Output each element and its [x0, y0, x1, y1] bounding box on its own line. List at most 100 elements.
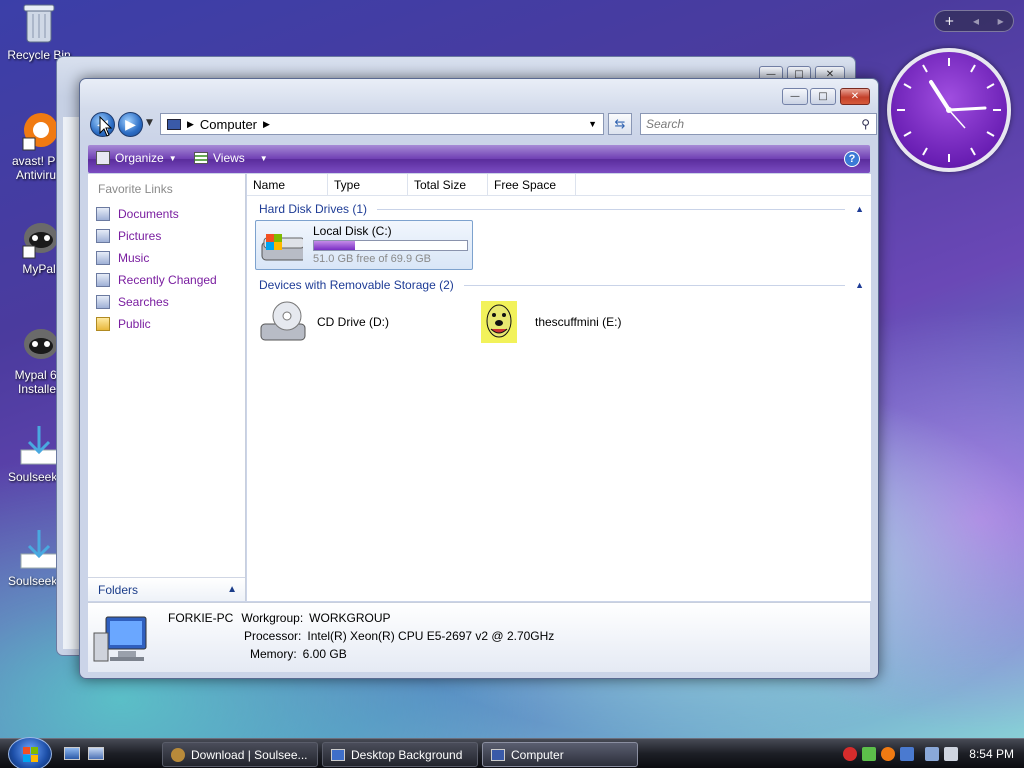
favorite-link-public[interactable]: Public — [96, 317, 151, 331]
refresh-button[interactable]: ⇆ — [608, 113, 632, 135]
taskbar-button-desktop-background[interactable]: Desktop Background — [322, 742, 478, 767]
address-bar[interactable]: ▶ Computer ▶ ▼ — [160, 113, 604, 135]
error-icon[interactable] — [843, 747, 858, 761]
organize-icon — [96, 151, 110, 165]
maximize-button[interactable]: □ — [810, 88, 836, 105]
drive-thescuffmini-e[interactable]: thescuffmini (E:) — [475, 298, 675, 346]
gadget-prev-button[interactable]: ◂ — [973, 14, 979, 28]
collapse-icon[interactable]: ▲ — [855, 280, 864, 290]
start-button[interactable] — [8, 737, 52, 768]
drive-free-space: 51.0 GB free of 69.9 GB — [313, 253, 432, 265]
favorite-link-label: Public — [118, 317, 151, 331]
close-button[interactable]: ✕ — [840, 88, 870, 105]
favorite-link-label: Searches — [118, 295, 169, 309]
group-label: Hard Disk Drives (1) — [259, 202, 368, 216]
detail-row-name: FORKIE-PC Workgroup: WORKGROUP — [168, 611, 391, 625]
favorite-link-documents[interactable]: Documents — [96, 207, 179, 221]
cd-drive-icon — [260, 301, 306, 341]
gadget-next-button[interactable]: ▸ — [998, 14, 1004, 28]
views-button[interactable]: Views ▼ — [194, 151, 268, 165]
taskbar-button-label: Download | Soulsee... — [191, 747, 308, 762]
drive-local-disk-c[interactable]: Local Disk (C:) 51.0 GB free of 69.9 GB — [255, 220, 473, 270]
search-placeholder: Search — [646, 117, 685, 131]
security-icon[interactable] — [862, 747, 877, 761]
taskbar-button-soulseek[interactable]: Download | Soulsee... — [162, 742, 318, 767]
capacity-bar-fill — [314, 241, 356, 250]
processor-label: Processor: — [244, 629, 302, 643]
clock-time[interactable]: 8:54 PM — [969, 747, 1014, 761]
workgroup-label: Workgroup: — [241, 611, 304, 625]
breadcrumb-computer[interactable]: Computer — [200, 117, 257, 132]
views-icon — [194, 152, 208, 164]
system-tray: 8:54 PM — [834, 739, 1024, 768]
volume-icon[interactable] — [944, 747, 959, 761]
refresh-icon: ⇆ — [614, 116, 626, 132]
chevron-down-icon: ▼ — [168, 153, 177, 163]
favorite-link-music[interactable]: Music — [96, 251, 149, 265]
help-button[interactable]: ? — [844, 151, 860, 167]
clock-gadget[interactable] — [887, 48, 1011, 172]
detail-row-memory: Memory: 6.00 GB — [250, 647, 347, 661]
computer-name: FORKIE-PC — [168, 611, 234, 625]
breadcrumb-separator-icon: ▶ — [187, 118, 194, 129]
breadcrumb-chevron-icon[interactable]: ▶ — [263, 119, 270, 130]
processor-value: Intel(R) Xeon(R) CPU E5-2697 v2 @ 2.70GH… — [307, 629, 555, 643]
taskbar-button-computer[interactable]: Computer — [482, 742, 638, 767]
music-icon — [96, 251, 110, 265]
favorite-link-pictures[interactable]: Pictures — [96, 229, 161, 243]
display-tray-icon[interactable] — [900, 747, 915, 761]
navigation-bar: ◀ ▶ ▼ ▶ Computer ▶ ▼ ⇆ Search ⚲ — [88, 110, 877, 138]
show-desktop-button[interactable] — [64, 747, 80, 760]
favorite-link-recently-changed[interactable]: Recently Changed — [96, 273, 217, 287]
display-settings-icon — [331, 748, 345, 761]
recently-changed-icon — [96, 273, 110, 287]
avast-tray-icon[interactable] — [881, 747, 896, 761]
column-name[interactable]: Name — [247, 174, 328, 196]
computer-icon — [167, 118, 181, 130]
favorite-link-label: Documents — [118, 207, 179, 221]
search-icon[interactable]: ⚲ — [861, 117, 870, 131]
detail-row-processor: Processor: Intel(R) Xeon(R) CPU E5-2697 … — [244, 629, 554, 643]
favorite-link-searches[interactable]: Searches — [96, 295, 169, 309]
hard-drive-icon — [261, 234, 303, 261]
computer-monitor-icon — [93, 616, 147, 662]
recycle-bin-icon — [15, 2, 63, 46]
memory-value: 6.00 GB — [302, 647, 347, 661]
organize-button[interactable]: Organize ▼ — [96, 151, 177, 165]
group-label: Devices with Removable Storage (2) — [259, 278, 454, 292]
group-header-hard-disk-drives[interactable]: Hard Disk Drives (1) ▲ — [259, 202, 864, 216]
group-divider — [463, 284, 846, 286]
search-input[interactable]: Search ⚲ — [640, 113, 877, 135]
pictures-icon — [96, 229, 110, 243]
favorite-links-heading: Favorite Links — [98, 182, 173, 196]
chevron-up-icon: ▲ — [227, 584, 237, 595]
drive-name: thescuffmini (E:) — [535, 315, 622, 329]
searches-icon — [96, 295, 110, 309]
forward-arrow-icon: ▶ — [125, 116, 136, 133]
recent-pages-dropdown[interactable]: ▼ — [146, 118, 153, 128]
minimize-button[interactable]: — — [782, 88, 808, 105]
command-toolbar: Organize ▼ Views ▼ ? — [88, 145, 870, 173]
navigation-pane: Favorite Links Documents Pictures Music … — [88, 174, 246, 601]
add-gadget-button[interactable]: + — [944, 14, 954, 28]
gadget-controls: + ◂ ▸ — [934, 10, 1014, 32]
column-type[interactable]: Type — [328, 174, 408, 196]
drive-name: CD Drive (D:) — [317, 315, 389, 329]
column-headers: Name Type Total Size Free Space — [247, 174, 871, 196]
column-free-space[interactable]: Free Space — [488, 174, 576, 196]
switch-windows-button[interactable] — [88, 747, 104, 760]
column-total-size[interactable]: Total Size — [408, 174, 488, 196]
group-divider — [377, 208, 846, 210]
group-header-removable-storage[interactable]: Devices with Removable Storage (2) ▲ — [259, 278, 864, 292]
drive-cd-d[interactable]: CD Drive (D:) — [255, 298, 455, 346]
address-dropdown-icon[interactable]: ▼ — [588, 119, 597, 129]
network-icon[interactable] — [925, 747, 940, 761]
desktop-icon-recycle-bin[interactable]: Recycle Bin — [0, 2, 78, 62]
explorer-window[interactable]: — □ ✕ ◀ ▶ ▼ ▶ Computer ▶ ▼ ⇆ Search ⚲ Or… — [79, 78, 879, 679]
folders-toggle[interactable]: Folders ▲ — [88, 577, 245, 601]
documents-icon — [96, 207, 110, 221]
folders-label: Folders — [98, 582, 139, 597]
forward-button[interactable]: ▶ — [118, 112, 143, 137]
taskbar-button-label: Computer — [511, 747, 564, 762]
collapse-icon[interactable]: ▲ — [855, 204, 864, 214]
